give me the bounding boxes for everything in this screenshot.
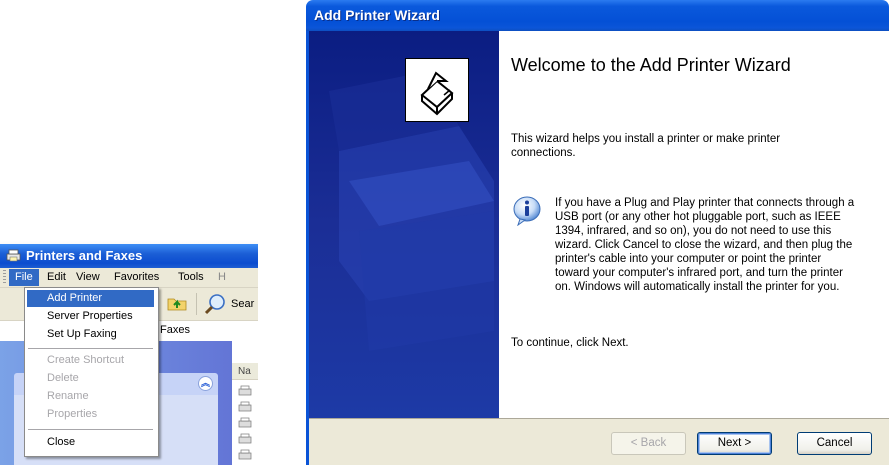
menu-separator	[28, 348, 153, 349]
menu-item-delete: Delete	[47, 372, 79, 384]
printer-icon[interactable]	[238, 385, 252, 397]
menu-item-rename: Rename	[47, 390, 89, 402]
menu-item-server-properties[interactable]: Server Properties	[27, 308, 154, 325]
wizard-info-text: If you have a Plug and Play printer that…	[555, 197, 855, 293]
folder-up-icon[interactable]	[167, 295, 187, 311]
menu-file[interactable]: File	[9, 269, 39, 286]
explorer-title-bar[interactable]: Printers and Faxes	[0, 244, 258, 268]
wizard-button-bar: < Back Next > Cancel	[309, 418, 889, 465]
back-button[interactable]: < Back	[611, 432, 686, 455]
cancel-button[interactable]: Cancel	[797, 432, 872, 455]
search-button-label[interactable]: Sear	[231, 298, 254, 310]
wizard-intro-text: This wizard helps you install a printer …	[511, 133, 781, 159]
search-icon[interactable]	[204, 293, 228, 315]
address-text: Faxes	[160, 324, 190, 336]
printer-list: Na	[232, 341, 258, 465]
menu-grip[interactable]	[3, 270, 6, 285]
menu-help[interactable]: H	[212, 269, 232, 286]
wizard-title: Add Printer Wizard	[314, 7, 440, 23]
info-icon	[513, 196, 541, 226]
menu-item-properties: Properties	[47, 408, 98, 420]
menu-item-add-printer[interactable]: Add Printer	[27, 290, 154, 307]
menu-favorites[interactable]: Favorites	[108, 269, 165, 286]
menu-edit[interactable]: Edit	[41, 269, 72, 286]
menu-item-set-up-faxing[interactable]: Set Up Faxing	[27, 326, 154, 343]
collapse-chevron-icon[interactable]: ︽	[198, 376, 213, 391]
printer-icon[interactable]	[238, 401, 252, 413]
menu-bar: File Edit View Favorites Tools H	[0, 268, 258, 288]
menu-item-close[interactable]: Close	[27, 434, 154, 451]
wizard-banner	[309, 31, 499, 418]
menu-item-create-shortcut: Create Shortcut	[47, 354, 125, 366]
printer-logo-icon	[405, 58, 469, 122]
add-printer-wizard-window: Add Printer Wizard Welcome to the Add Pr…	[306, 0, 889, 465]
wizard-content: Welcome to the Add Printer Wizard This w…	[499, 31, 889, 418]
file-menu-dropdown: Add Printer Server Properties Set Up Fax…	[24, 287, 159, 457]
wizard-title-bar[interactable]: Add Printer Wizard	[306, 0, 889, 31]
menu-separator	[28, 429, 153, 430]
printer-icon[interactable]	[238, 449, 252, 461]
printer-folder-icon	[6, 249, 21, 262]
explorer-title: Printers and Faxes	[26, 248, 143, 263]
column-header-name[interactable]: Na	[232, 363, 258, 380]
next-button[interactable]: Next >	[697, 432, 772, 455]
wizard-heading: Welcome to the Add Printer Wizard	[511, 55, 791, 75]
printer-icon[interactable]	[238, 417, 252, 429]
menu-view[interactable]: View	[70, 269, 106, 286]
printer-icon[interactable]	[238, 433, 252, 445]
printer-banner-art	[329, 71, 494, 351]
toolbar-separator	[196, 293, 197, 315]
menu-tools[interactable]: Tools	[172, 269, 210, 286]
wizard-continue-text: To continue, click Next.	[511, 337, 629, 349]
